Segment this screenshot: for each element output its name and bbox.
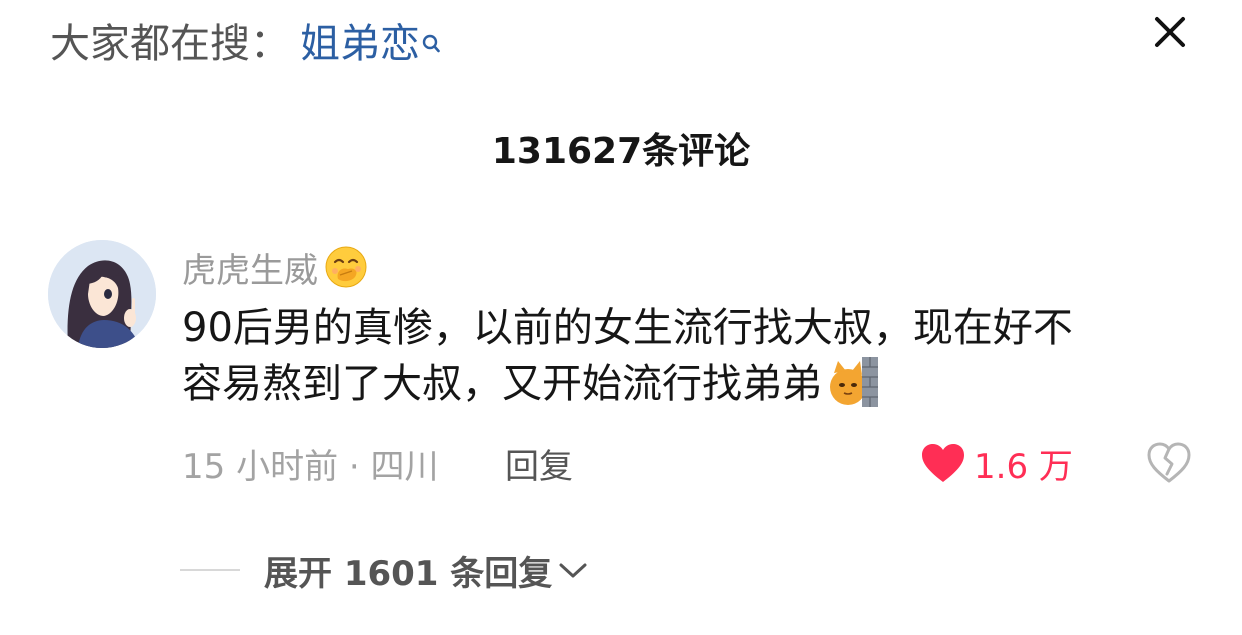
- cat-peeking-wall-icon: [828, 357, 878, 407]
- comment-text-line-2-text: 容易熬到了大叔，又开始流行找弟弟: [182, 361, 822, 407]
- expand-replies-label: 展开 1601 条回复: [264, 553, 553, 594]
- comment-count-title: 131627条评论: [491, 131, 751, 172]
- close-icon: [1155, 17, 1185, 47]
- heart-icon: [922, 444, 964, 482]
- comment-text-line-1: 90后男的真惨，以前的女生流行找大叔，现在好不: [182, 305, 1073, 351]
- dislike-button[interactable]: [1146, 440, 1192, 486]
- search-suggestion-term[interactable]: 姐弟恋: [300, 24, 420, 64]
- close-button[interactable]: [1150, 12, 1190, 52]
- search-suggestion-prefix: 大家都在搜：: [50, 21, 290, 67]
- search-suggestion[interactable]: 大家都在搜： 姐弟恋: [50, 14, 440, 74]
- comment-time-location: 15 小时前 · 四川: [182, 446, 439, 487]
- search-icon[interactable]: [422, 23, 440, 53]
- comment-body: 90后男的真惨，以前的女生流行找大叔，现在好不 容易熬到了大叔，又开始流行找弟弟: [182, 300, 1202, 412]
- expand-divider-line: [180, 569, 240, 571]
- comment-username[interactable]: 虎虎生威: [182, 243, 368, 291]
- username-text: 虎虎生威: [182, 250, 318, 291]
- comment-text-line-2: 容易熬到了大叔，又开始流行找弟弟: [182, 356, 1202, 412]
- avatar[interactable]: [48, 240, 156, 348]
- like-count: 1.6 万: [974, 446, 1073, 487]
- reply-button[interactable]: 回复: [505, 440, 573, 487]
- face-with-hand-over-mouth-icon: [325, 246, 367, 288]
- like-button[interactable]: 1.6 万: [920, 438, 1073, 488]
- comment-panel: 大家都在搜： 姐弟恋 131627条评论 虎虎生威 90后男的真惨，以前的女生流…: [0, 0, 1242, 635]
- broken-heart-icon: [1147, 442, 1191, 483]
- expand-replies-button[interactable]: 展开 1601 条回复: [180, 546, 590, 594]
- chevron-down-icon: [559, 563, 587, 578]
